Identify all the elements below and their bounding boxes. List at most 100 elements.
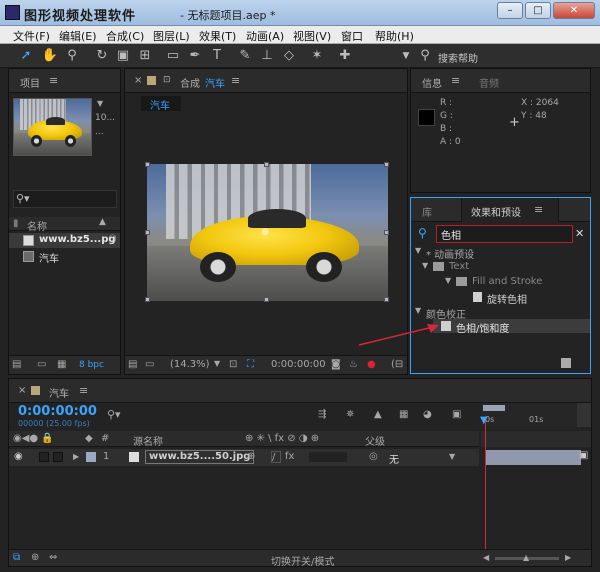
- column-parent[interactable]: 父级: [365, 433, 385, 448]
- expand-arrow-icon[interactable]: ▼: [415, 306, 421, 315]
- camera-tool-icon[interactable]: ▣: [114, 47, 132, 65]
- minimize-button[interactable]: –: [497, 2, 523, 19]
- puppet-pin-tool-icon[interactable]: ✚: [336, 47, 354, 65]
- table-row[interactable]: ◉ ▶ 1 www.bz5....50.jpg ⊕ / fx ◎ 无 ▼: [9, 449, 479, 466]
- effect-switch-icon[interactable]: fx: [285, 451, 294, 462]
- layer-expand-icon[interactable]: ▶: [73, 452, 79, 461]
- shy-layers-icon[interactable]: ▲: [374, 409, 382, 420]
- zoom-in-icon[interactable]: ▶: [565, 553, 571, 562]
- hand-tool-icon[interactable]: ✋: [41, 47, 59, 65]
- breadcrumb[interactable]: 汽车: [141, 96, 181, 112]
- menu-effect[interactable]: 效果(T): [199, 28, 236, 44]
- brush-tool-icon[interactable]: ✎: [236, 47, 254, 65]
- snapshot-icon[interactable]: ◙: [331, 359, 341, 370]
- new-folder-icon[interactable]: ▭: [37, 359, 46, 370]
- library-tab[interactable]: 库: [422, 204, 432, 219]
- render-time-icon[interactable]: ⧉: [13, 552, 20, 563]
- transform-handle[interactable]: [264, 297, 269, 302]
- transform-handle[interactable]: [264, 162, 269, 167]
- quality-switch[interactable]: /: [271, 451, 281, 463]
- menu-file[interactable]: 文件(F): [13, 28, 50, 44]
- solo-toggle[interactable]: [53, 452, 63, 462]
- playhead-marker-icon[interactable]: ▼: [480, 415, 488, 426]
- transform-handle[interactable]: [145, 297, 150, 302]
- timeline-menu-icon[interactable]: ≡: [79, 384, 88, 397]
- transform-handle[interactable]: [384, 297, 389, 302]
- transform-handle[interactable]: [384, 230, 389, 235]
- timeline-tab[interactable]: 汽车: [49, 385, 69, 400]
- thumb-dropdown-icon[interactable]: ▼: [97, 99, 103, 108]
- rotate-tool-icon[interactable]: ↻: [93, 47, 111, 65]
- search-help-label[interactable]: 搜索帮助: [438, 50, 478, 65]
- zoom-out-icon[interactable]: ◀: [483, 553, 489, 562]
- tree-item-hue-saturation[interactable]: 色相/饱和度: [433, 319, 590, 335]
- parent-dropdown-icon[interactable]: ▼: [449, 452, 455, 461]
- clone-stamp-tool-icon[interactable]: ⊥: [258, 47, 276, 65]
- draft-3d-icon[interactable]: ✵: [346, 409, 354, 420]
- always-preview-icon[interactable]: ▤: [128, 359, 137, 370]
- label-color-swatch[interactable]: [86, 452, 96, 462]
- fit-icon[interactable]: ⊡: [229, 359, 237, 370]
- eraser-tool-icon[interactable]: ◇: [280, 47, 298, 65]
- in-out-icon[interactable]: ⊕: [31, 552, 39, 563]
- work-area-start[interactable]: [483, 405, 505, 411]
- new-preset-icon[interactable]: [561, 358, 571, 368]
- timecode-value[interactable]: 0:00:00:00: [271, 359, 326, 370]
- layer-switches[interactable]: [309, 452, 347, 462]
- pick-whip-icon[interactable]: ◎: [369, 451, 378, 462]
- toggle-switches-modes[interactable]: 切换开关/模式: [271, 553, 334, 568]
- column-source-name[interactable]: 源名称: [133, 433, 163, 448]
- close-button[interactable]: ✕: [553, 2, 595, 19]
- pan-behind-tool-icon[interactable]: ⊞: [136, 47, 154, 65]
- layer-source-name[interactable]: www.bz5....50.jpg: [145, 450, 255, 464]
- expand-arrow-icon[interactable]: ▼: [445, 276, 451, 285]
- anchor-point-icon[interactable]: ⊕: [261, 227, 269, 238]
- sort-up-icon[interactable]: ▲: [99, 217, 106, 227]
- effects-tab[interactable]: 效果和预设: [471, 204, 521, 219]
- info-menu-icon[interactable]: ≡: [451, 74, 460, 87]
- column-name[interactable]: 名称: [27, 218, 47, 233]
- tree-item-text[interactable]: ▼ Text: [411, 260, 590, 274]
- effects-search-input[interactable]: [436, 225, 573, 243]
- more-options-icon[interactable]: (⊟: [391, 359, 403, 370]
- list-item[interactable]: www.bz5...pg ⚇: [9, 233, 120, 248]
- composition-menu-icon[interactable]: ≡: [231, 74, 240, 87]
- selection-tool-icon[interactable]: ➚: [17, 47, 35, 65]
- clear-search-icon[interactable]: ✕: [575, 227, 584, 240]
- interpret-footage-icon[interactable]: ▤: [12, 359, 21, 370]
- tree-item-rotate-hue[interactable]: 旋转色相: [411, 290, 590, 306]
- frame-blending-icon[interactable]: ▦: [399, 409, 408, 420]
- project-menu-icon[interactable]: ≡: [49, 74, 58, 87]
- ruler-end-handle[interactable]: [577, 403, 591, 427]
- close-tab-icon[interactable]: ×: [134, 75, 142, 86]
- motion-blur-icon[interactable]: ◕: [423, 409, 432, 420]
- time-ruler[interactable]: 0s 01s: [481, 403, 577, 427]
- zoom-tool-icon[interactable]: ⚲: [63, 47, 81, 65]
- comp-mini-flowchart-icon[interactable]: ⇶: [318, 409, 326, 420]
- workspace-dropdown-icon[interactable]: ▼: [397, 47, 415, 65]
- monitor-icon[interactable]: ▭: [145, 359, 154, 370]
- menu-window[interactable]: 窗口: [341, 28, 363, 44]
- bit-depth-label[interactable]: 8 bpc: [79, 360, 104, 370]
- tree-item-fill-stroke[interactable]: ▼ Fill and Stroke: [411, 275, 590, 289]
- new-composition-icon[interactable]: ▦: [57, 359, 66, 370]
- roto-brush-tool-icon[interactable]: ✶: [308, 47, 326, 65]
- tree-item-animation-presets[interactable]: ▼ * 动画预设: [411, 245, 590, 261]
- transform-handle[interactable]: [145, 162, 150, 167]
- menu-help[interactable]: 帮助(H): [375, 28, 414, 44]
- expand-arrow-icon[interactable]: ▼: [415, 246, 421, 255]
- maximize-button[interactable]: □: [525, 2, 551, 19]
- visibility-eye-icon[interactable]: ◉: [14, 451, 23, 462]
- graph-editor-icon[interactable]: ▣: [452, 409, 461, 420]
- info-tab[interactable]: 信息: [422, 75, 442, 90]
- effects-menu-icon[interactable]: ≡: [534, 203, 543, 216]
- menu-layer[interactable]: 图层(L): [153, 28, 190, 44]
- show-snapshot-icon[interactable]: ♨: [349, 359, 358, 370]
- zoom-value[interactable]: (14.3%): [170, 359, 210, 370]
- menu-edit[interactable]: 编辑(E): [59, 28, 97, 44]
- pen-tool-icon[interactable]: ✒: [186, 47, 204, 65]
- rectangle-tool-icon[interactable]: ▭: [164, 47, 182, 65]
- menu-view[interactable]: 视图(V): [293, 28, 331, 44]
- layer-duration-bar[interactable]: [485, 450, 581, 465]
- list-item[interactable]: 汽车: [9, 249, 120, 265]
